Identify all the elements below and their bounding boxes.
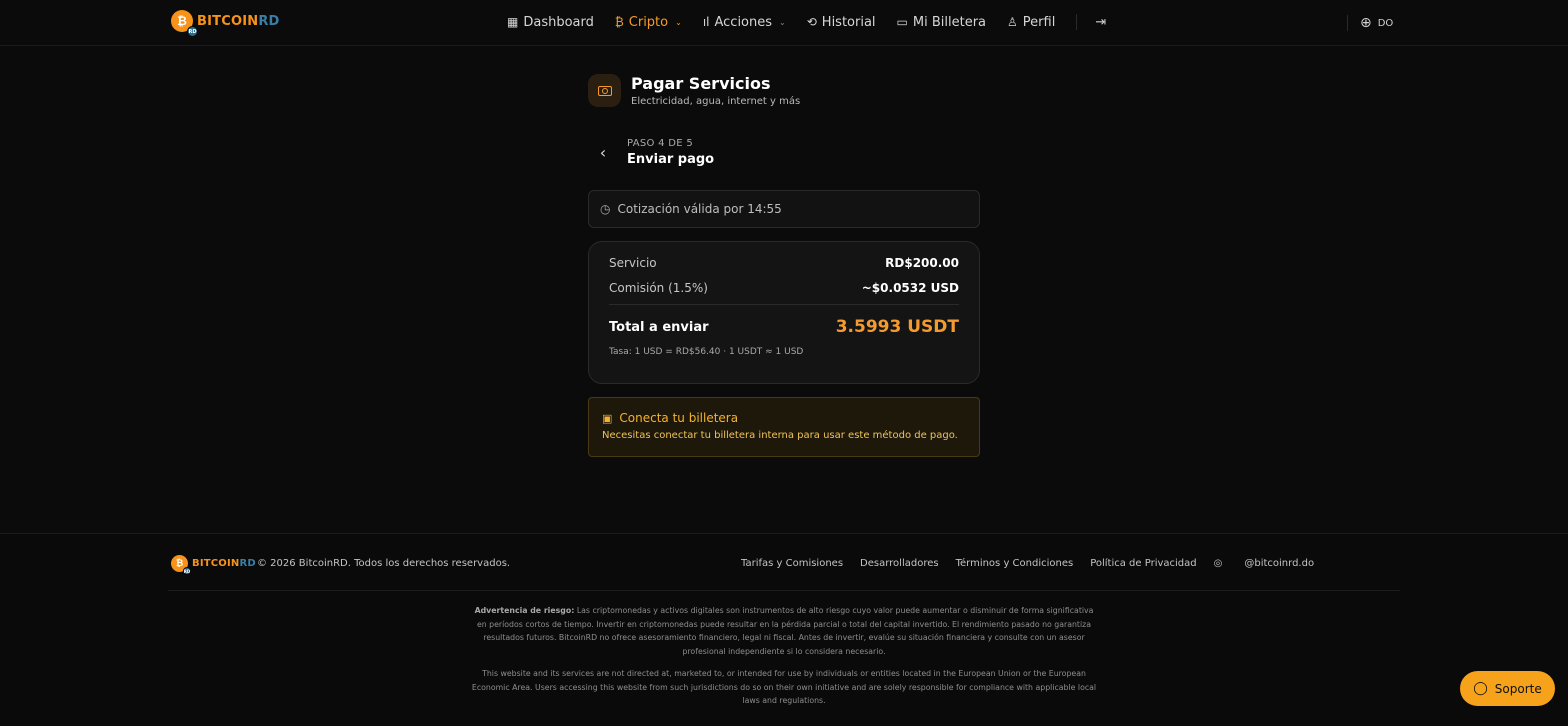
nav-mi-billetera[interactable]: ▭ Mi Billetera <box>897 15 986 30</box>
globe-icon: ⊕ <box>1360 15 1372 31</box>
page-header: Pagar Servicios Electricidad, agua, inte… <box>588 74 800 107</box>
bitcoin-symbol: ₿ <box>177 14 187 28</box>
wallet-icon: ▣ <box>602 411 613 425</box>
page-subtitle: Electricidad, agua, internet y más <box>631 96 801 107</box>
bar-chart-icon: ıl <box>702 15 710 29</box>
rd-badge: RD <box>183 567 191 575</box>
eu-disclaimer: This website and its services are not di… <box>471 669 1097 705</box>
support-label: Soporte <box>1494 681 1542 696</box>
bitcoin-logo-icon: ₿ RD <box>171 555 191 575</box>
rd-badge: RD <box>187 26 198 37</box>
risk-warning: Advertencia de riesgo: Las criptomonedas… <box>470 604 1098 658</box>
chevron-left-icon: ‹ <box>599 142 607 162</box>
footer-links: Tarifas y Comisiones Desarrolladores Tér… <box>741 558 1331 569</box>
fee-label: Comisión (1.5%) <box>609 281 708 295</box>
nav-acciones-label: Acciones <box>714 14 773 30</box>
connect-wallet-message: Necesitas conectar tu billetera interna … <box>602 430 958 441</box>
brand-name-part2: RD <box>258 13 280 29</box>
nav-mi-billetera-label: Mi Billetera <box>912 14 987 30</box>
language-selector[interactable]: ⊕ DO <box>1360 15 1393 31</box>
brand-name: BITCOINRD <box>197 14 280 29</box>
total-label: Total a enviar <box>609 319 709 335</box>
connect-wallet-alert[interactable]: ▣ Conecta tu billetera Necesitas conecta… <box>588 397 980 457</box>
step-title: Enviar pago <box>627 151 715 167</box>
chevron-down-icon: ⌄ <box>779 17 786 27</box>
chevron-down-icon: ⌄ <box>675 17 682 27</box>
footer: ₿ RD BITCOINRD © 2026 BitcoinRD. Todos l… <box>0 533 1568 726</box>
brand-name-part1: BITCOIN <box>192 558 240 569</box>
wallet-icon: ▭ <box>896 15 908 29</box>
nav-acciones[interactable]: ıl Acciones ⌄ <box>703 15 786 30</box>
step-counter: PASO 4 DE 5 <box>627 137 694 149</box>
bill-icon <box>588 74 621 107</box>
exchange-rate-text: Tasa: 1 USD = RD$56.40 · 1 USDT ≈ 1 USD <box>609 347 804 357</box>
quote-validity-text: Cotización válida por 14:55 <box>617 202 782 216</box>
service-value: RD$200.00 <box>885 256 959 270</box>
bitcoin-icon: ₿ <box>614 15 624 29</box>
nav-perfil-label: Perfil <box>1022 14 1056 30</box>
top-navbar: ₿ RD BITCOINRD ▦ Dashboard ₿ Cripto ⌄ ıl… <box>0 0 1568 46</box>
clock-icon: ◷ <box>600 202 611 216</box>
instagram-link[interactable]: ◎ @bitcoinrd.do <box>1214 558 1331 569</box>
footer-logo[interactable]: ₿ RD BITCOINRD <box>171 555 256 575</box>
nav-cripto-label: Cripto <box>628 14 669 30</box>
copyright-text: © 2026 BitcoinRD. Todos los derechos res… <box>257 558 511 569</box>
history-icon: ⟲ <box>806 15 817 29</box>
brand-logo[interactable]: ₿ RD BITCOINRD <box>171 10 280 37</box>
main-nav: ▦ Dashboard ₿ Cripto ⌄ ıl Acciones ⌄ ⟲ H… <box>507 14 1106 30</box>
footer-link-terminos[interactable]: Términos y Condiciones <box>956 558 1074 569</box>
support-button[interactable]: ◯ Soporte <box>1460 671 1555 706</box>
back-button[interactable]: ‹ <box>588 134 618 170</box>
fee-value: ~$0.0532 USD <box>861 281 959 295</box>
nav-dashboard-label: Dashboard <box>523 14 594 30</box>
brand-name-part2: RD <box>239 558 256 569</box>
instagram-handle: @bitcoinrd.do <box>1244 558 1315 569</box>
connect-wallet-heading: ▣ Conecta tu billetera <box>602 411 966 425</box>
page-title: Pagar Servicios <box>631 74 771 93</box>
total-value: 3.5993 USDT <box>835 317 959 337</box>
nav-divider <box>1076 14 1078 30</box>
footer-link-tarifas[interactable]: Tarifas y Comisiones <box>741 558 843 569</box>
instagram-icon: ◎ <box>1213 558 1223 569</box>
lang-divider <box>1347 15 1348 31</box>
quote-validity-banner: ◷ Cotización válida por 14:55 <box>588 190 980 228</box>
nav-cripto[interactable]: ₿ Cripto ⌄ <box>615 15 682 30</box>
nav-dashboard[interactable]: ▦ Dashboard <box>507 15 594 30</box>
brand-name-part1: BITCOIN <box>197 13 259 29</box>
bitcoin-logo-icon: ₿ RD <box>171 10 198 37</box>
language-code: DO <box>1377 17 1394 29</box>
service-label: Servicio <box>609 256 657 270</box>
connect-wallet-title: Conecta tu billetera <box>619 411 739 425</box>
bitcoin-symbol: ₿ <box>175 559 184 569</box>
footer-divider <box>168 590 1400 591</box>
footer-brand-name: BITCOINRD <box>192 558 256 569</box>
nav-historial-label: Historial <box>821 14 876 30</box>
logout-icon[interactable]: ⇥ <box>1095 15 1106 30</box>
nav-perfil[interactable]: ♙ Perfil <box>1007 15 1055 30</box>
payment-summary-card: Servicio RD$200.00 Comisión (1.5%) ~$0.0… <box>588 241 980 384</box>
user-icon: ♙ <box>1007 15 1018 29</box>
footer-link-privacidad[interactable]: Política de Privacidad <box>1090 558 1196 569</box>
fee-row: Comisión (1.5%) ~$0.0532 USD <box>609 281 959 305</box>
chat-bubble-icon: ◯ <box>1473 681 1488 696</box>
total-row: Total a enviar 3.5993 USDT <box>609 317 959 337</box>
risk-warning-title: Advertencia de riesgo: <box>474 606 575 615</box>
nav-historial[interactable]: ⟲ Historial <box>807 15 876 30</box>
step-header: ‹ PASO 4 DE 5 Enviar pago <box>588 134 714 170</box>
footer-link-desarrolladores[interactable]: Desarrolladores <box>860 558 939 569</box>
dashboard-icon: ▦ <box>507 15 519 29</box>
service-row: Servicio RD$200.00 <box>609 256 959 270</box>
